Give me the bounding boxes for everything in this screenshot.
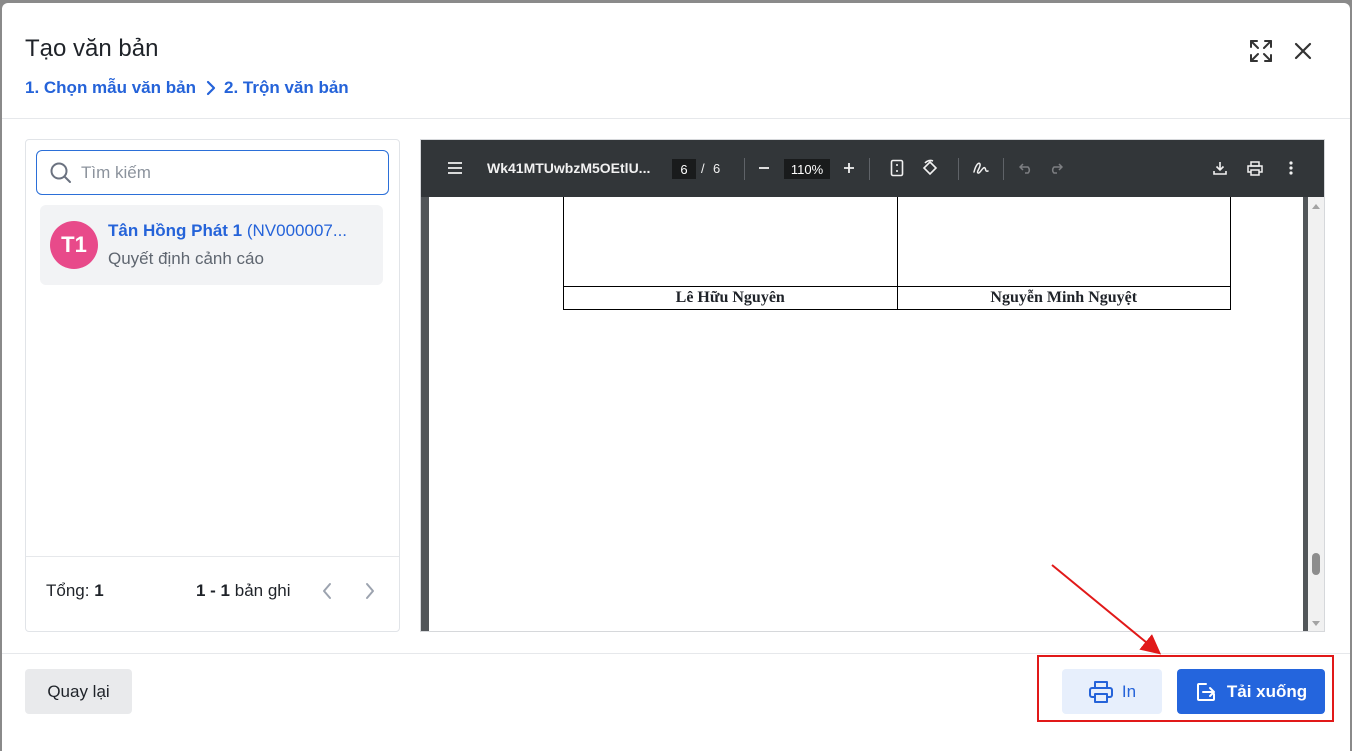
dialog-footer: Quay lại In Tải xuống xyxy=(2,653,1350,751)
page-separator: / xyxy=(701,161,705,176)
expand-icon[interactable] xyxy=(1247,37,1275,65)
download-icon[interactable] xyxy=(1208,156,1232,180)
range-suffix: bản ghi xyxy=(234,581,291,600)
employee-name: Tân Hồng Phát 1 (NV000007... xyxy=(108,221,373,241)
pdf-page: Lê Hữu Nguyên Nguyễn Minh Nguyệt xyxy=(429,197,1303,631)
print-button[interactable]: In xyxy=(1062,669,1162,714)
employee-list-panel: T1 Tân Hồng Phát 1 (NV000007... Quyết đị… xyxy=(25,139,400,632)
printer-icon[interactable] xyxy=(1243,156,1267,180)
employee-code: (NV000007... xyxy=(246,221,348,240)
draw-icon[interactable] xyxy=(969,156,993,180)
zoom-in-icon[interactable] xyxy=(839,156,859,180)
toolbar-divider xyxy=(1003,158,1004,180)
signature-cell xyxy=(563,197,898,287)
download-button[interactable]: Tải xuống xyxy=(1177,669,1325,714)
fit-page-icon[interactable] xyxy=(886,156,908,180)
dialog-title: Tạo văn bản xyxy=(25,35,159,62)
avatar: T1 xyxy=(50,221,98,269)
range-value: 1 - 1 xyxy=(196,581,231,600)
signature-cell xyxy=(896,197,1231,287)
list-item[interactable]: T1 Tân Hồng Phát 1 (NV000007... Quyết đị… xyxy=(40,205,383,285)
close-icon[interactable] xyxy=(1289,37,1317,65)
search-input[interactable] xyxy=(81,162,371,183)
total-value: 1 xyxy=(94,581,104,600)
redo-icon[interactable] xyxy=(1045,156,1067,180)
pdf-document-area[interactable]: Lê Hữu Nguyên Nguyễn Minh Nguyệt xyxy=(421,197,1324,631)
create-document-dialog: Tạo văn bản 1. Chọn mẫu văn bản 2. Trộn … xyxy=(2,3,1350,751)
page-total: 6 xyxy=(713,161,721,176)
dialog-header: Tạo văn bản 1. Chọn mẫu văn bản 2. Trộn … xyxy=(2,3,1350,119)
undo-icon[interactable] xyxy=(1015,156,1037,180)
more-icon[interactable] xyxy=(1280,156,1302,180)
zoom-out-icon[interactable] xyxy=(754,156,774,180)
toolbar-divider xyxy=(869,158,870,180)
signature-table: Lê Hữu Nguyên Nguyễn Minh Nguyệt xyxy=(563,197,1231,310)
scroll-down-arrow-icon[interactable] xyxy=(1312,621,1320,626)
vertical-scrollbar[interactable] xyxy=(1308,197,1324,631)
page-number-input[interactable]: 6 xyxy=(672,159,696,179)
search-box xyxy=(36,150,389,195)
total-count: Tổng: 1 xyxy=(46,581,104,601)
rotate-icon[interactable] xyxy=(919,156,941,180)
chevron-right-icon xyxy=(206,80,216,96)
printer-icon xyxy=(1088,680,1114,704)
menu-icon[interactable] xyxy=(443,156,467,180)
scrollbar-thumb[interactable] xyxy=(1312,553,1320,575)
prev-page-icon[interactable] xyxy=(315,577,339,605)
record-range: 1 - 1 bản ghi xyxy=(196,581,291,601)
employee-name-text: Tân Hồng Phát 1 xyxy=(108,221,243,240)
export-icon xyxy=(1195,681,1217,703)
signer-name: Nguyễn Minh Nguyệt xyxy=(896,285,1231,310)
signer-name: Lê Hữu Nguyên xyxy=(563,285,898,310)
zoom-level[interactable]: 110% xyxy=(784,159,830,179)
signature-space-row xyxy=(563,197,1231,287)
scroll-up-arrow-icon[interactable] xyxy=(1312,204,1320,209)
signer-names-row: Lê Hữu Nguyên Nguyễn Minh Nguyệt xyxy=(563,285,1231,310)
pagination: Tổng: 1 1 - 1 bản ghi xyxy=(26,556,399,632)
download-label: Tải xuống xyxy=(1226,681,1308,701)
toolbar-divider xyxy=(958,158,959,180)
pdf-filename: Wk41MTUwbzM5OEtlU... xyxy=(487,160,651,176)
pdf-toolbar: Wk41MTUwbzM5OEtlU... 6 / 6 110% xyxy=(421,140,1324,197)
print-label: In xyxy=(1121,681,1137,701)
total-label: Tổng: xyxy=(46,581,90,600)
search-icon xyxy=(49,161,73,185)
step-merge-document[interactable]: 2. Trộn văn bản xyxy=(224,78,349,98)
document-type: Quyết định cảnh cáo xyxy=(108,249,264,268)
next-page-icon[interactable] xyxy=(358,577,382,605)
toolbar-divider xyxy=(744,158,745,180)
step-choose-template[interactable]: 1. Chọn mẫu văn bản xyxy=(25,78,196,98)
breadcrumb: 1. Chọn mẫu văn bản 2. Trộn văn bản xyxy=(25,78,349,98)
back-button[interactable]: Quay lại xyxy=(25,669,132,714)
pdf-viewer: Wk41MTUwbzM5OEtlU... 6 / 6 110% Lê Hữu N… xyxy=(420,139,1325,632)
